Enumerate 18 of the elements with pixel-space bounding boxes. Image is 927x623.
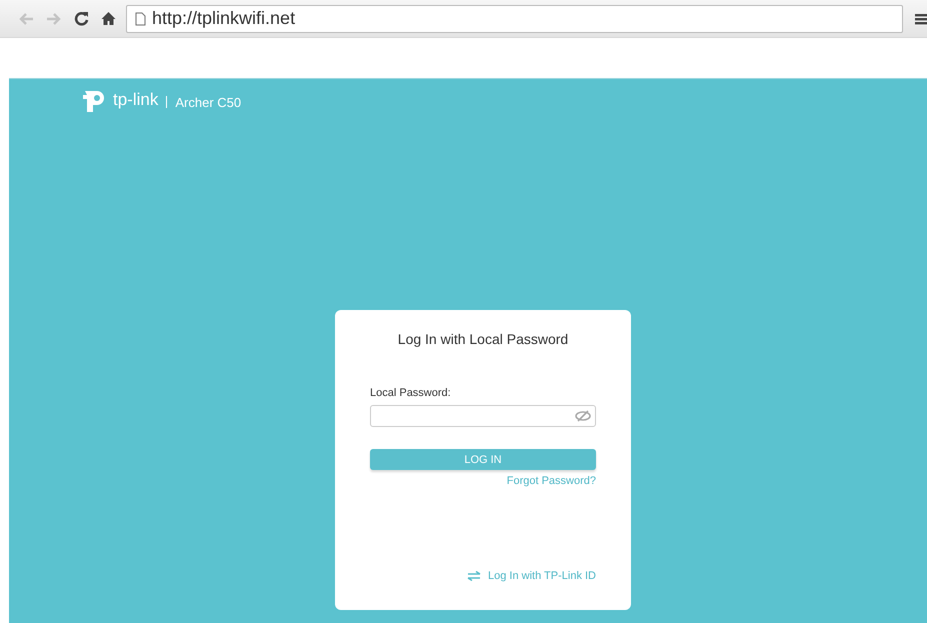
tp-link-id-login-link[interactable]: Log In with TP-Link ID: [466, 570, 596, 582]
menu-icon[interactable]: [915, 12, 927, 24]
password-field[interactable]: [370, 405, 596, 427]
forward-icon[interactable]: [46, 12, 62, 26]
reload-icon[interactable]: [74, 11, 89, 26]
swap-arrows-icon: [466, 571, 481, 581]
page-icon: [135, 12, 146, 26]
back-icon[interactable]: [18, 12, 34, 26]
url-text: http://tplinkwifi.net: [152, 8, 296, 29]
hidden-eye-icon[interactable]: [575, 410, 591, 422]
brand-name: tp-link: [113, 90, 158, 110]
model-name: Archer C50: [175, 94, 242, 110]
login-button[interactable]: LOG IN: [370, 449, 596, 470]
home-icon[interactable]: [101, 11, 116, 26]
address-bar[interactable]: http://tplinkwifi.net: [126, 4, 903, 32]
login-title: Log In with Local Password: [396, 331, 570, 347]
forgot-password-link[interactable]: Forgot Password?: [506, 475, 596, 487]
field-label: Local Password:: [370, 387, 452, 399]
